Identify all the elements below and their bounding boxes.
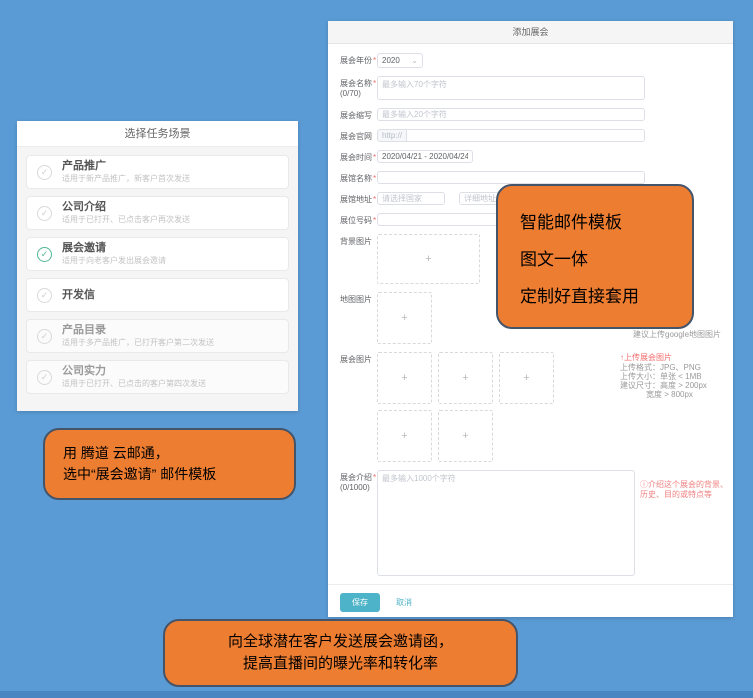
country-select-input[interactable] bbox=[377, 192, 445, 205]
callout-line: 定制好直接套用 bbox=[520, 282, 684, 307]
scenario-item-dev-letter[interactable]: ✓ 开发信 bbox=[26, 278, 289, 312]
field-label-map-image: 地图图片 bbox=[340, 292, 377, 344]
exhibition-image-upload[interactable]: + bbox=[438, 352, 493, 404]
year-select-value: 2020 bbox=[382, 56, 400, 65]
scenario-title: 产品目录 bbox=[62, 324, 214, 336]
exhibition-intro-textarea[interactable] bbox=[377, 470, 635, 576]
callout-line: 图文一体 bbox=[520, 245, 684, 270]
scenario-list: ✓ 产品推广 适用于新产品推广，新客户首次发送 ✓ 公司介绍 适用于已打开、已点… bbox=[17, 147, 298, 394]
check-circle-icon: ✓ bbox=[37, 370, 52, 385]
hall-name-input[interactable] bbox=[377, 171, 645, 184]
save-button[interactable]: 保存 bbox=[340, 593, 380, 612]
url-prefix: http:// bbox=[378, 130, 407, 141]
callout-instruction: 用 腾道 云邮通， 选中“展会邀请” 邮件模板 bbox=[43, 428, 296, 500]
form-footer: 保存 取消 bbox=[328, 584, 733, 617]
scenario-title: 产品推广 bbox=[62, 160, 190, 172]
plus-icon: + bbox=[401, 312, 407, 324]
intro-tip: ⓘ介绍这个展会的背景、历史、目的或特点等 bbox=[640, 480, 733, 500]
date-range-input[interactable] bbox=[377, 150, 473, 163]
field-row-website: 展会官网 http:// bbox=[340, 129, 733, 142]
plus-icon: + bbox=[462, 372, 468, 384]
plus-icon: + bbox=[523, 372, 529, 384]
callout-bottom: 向全球潜在客户发送展会邀请函， 提高直播间的曝光率和转化率 bbox=[163, 619, 518, 687]
field-row-hall-name: 展馆名称* bbox=[340, 171, 733, 184]
exhibition-image-upload[interactable]: + bbox=[438, 410, 493, 462]
scenario-item-product-promo[interactable]: ✓ 产品推广 适用于新产品推广，新客户首次发送 bbox=[26, 155, 289, 189]
scenario-subtitle: 适用于多产品推广，已打开客户第二次发送 bbox=[62, 338, 214, 348]
field-label-abbr: 展会缩写 bbox=[340, 108, 377, 121]
plus-icon: + bbox=[462, 430, 468, 442]
plus-icon: + bbox=[401, 430, 407, 442]
field-row-abbr: 展会缩写 bbox=[340, 108, 733, 121]
callout-smart-template: 智能邮件模板 图文一体 定制好直接套用 bbox=[496, 184, 694, 329]
callout-line: 智能邮件模板 bbox=[520, 208, 684, 233]
scenario-subtitle: 适用于向老客户发出展会邀请 bbox=[62, 256, 166, 266]
exhibition-image-upload[interactable]: + bbox=[377, 410, 432, 462]
form-title: 添加展会 bbox=[328, 21, 733, 44]
plus-icon: + bbox=[401, 372, 407, 384]
exhibition-image-upload[interactable]: + bbox=[377, 352, 432, 404]
exhibition-abbr-input[interactable] bbox=[377, 108, 645, 121]
name-counter: (0/70) bbox=[340, 89, 377, 99]
field-label-bg-image: 背景图片 bbox=[340, 234, 377, 284]
check-circle-icon: ✓ bbox=[37, 288, 52, 303]
bg-image-upload[interactable]: + bbox=[377, 234, 480, 284]
field-row-name: 展会名称* (0/70) bbox=[340, 76, 733, 100]
tip-line: 上传大小：单张 < 1MB bbox=[620, 372, 707, 381]
website-input-group: http:// bbox=[377, 129, 645, 142]
exhibition-name-input[interactable] bbox=[377, 76, 645, 100]
check-circle-icon-checked: ✓ bbox=[37, 247, 52, 262]
field-label-exhibition-images: 展会图片 bbox=[340, 352, 377, 462]
field-label-intro: 展会介绍* (0/1000) bbox=[340, 470, 377, 576]
field-label-booth: 展位号码* bbox=[340, 213, 377, 226]
exhibition-image-tips: ↑上传展会图片 上传格式：JPG、PNG 上传大小：单张 < 1MB 建议尺寸：… bbox=[620, 353, 707, 399]
scenario-item-company-strength[interactable]: ✓ 公司实力 适用于已打开、已点击的客户第四次发送 bbox=[26, 360, 289, 394]
scenario-title: 公司介绍 bbox=[62, 201, 190, 213]
map-upload-tip: 建议上传google地图图片 bbox=[633, 329, 721, 340]
map-image-upload[interactable]: + bbox=[377, 292, 432, 344]
field-label-hall-name: 展馆名称* bbox=[340, 171, 377, 184]
scenario-item-product-catalog[interactable]: ✓ 产品目录 适用于多产品推广，已打开客户第二次发送 bbox=[26, 319, 289, 353]
year-select[interactable]: 2020 ⌄ bbox=[377, 53, 423, 68]
tip-line: 上传格式：JPG、PNG bbox=[620, 363, 707, 372]
intro-counter: (0/1000) bbox=[340, 483, 377, 493]
exhibition-image-upload[interactable]: + bbox=[499, 352, 554, 404]
check-circle-icon: ✓ bbox=[37, 165, 52, 180]
scenario-subtitle: 适用于新产品推广，新客户首次发送 bbox=[62, 174, 190, 184]
scenario-subtitle: 适用于已打开、已点击客户再次发送 bbox=[62, 215, 190, 225]
website-input[interactable] bbox=[407, 130, 644, 141]
chevron-down-icon: ⌄ bbox=[411, 56, 418, 65]
field-row-time: 展会时间* bbox=[340, 150, 733, 163]
page-canvas: 选择任务场景 ✓ 产品推广 适用于新产品推广，新客户首次发送 ✓ 公司介绍 适用… bbox=[0, 0, 753, 698]
cancel-button[interactable]: 取消 bbox=[396, 597, 412, 608]
check-circle-icon: ✓ bbox=[37, 206, 52, 221]
scenario-panel: 选择任务场景 ✓ 产品推广 适用于新产品推广，新客户首次发送 ✓ 公司介绍 适用… bbox=[17, 121, 298, 411]
callout-line: 选中“展会邀请” 邮件模板 bbox=[63, 464, 294, 485]
field-label-hall-address: 展馆地址* bbox=[340, 192, 377, 205]
field-row-year: 展会年份* 2020 ⌄ bbox=[340, 53, 733, 68]
field-label-name: 展会名称* (0/70) bbox=[340, 76, 377, 100]
field-label-website: 展会官网 bbox=[340, 129, 377, 142]
scenario-item-exhibition-invite-selected[interactable]: ✓ 展会邀请 适用于向老客户发出展会邀请 bbox=[26, 237, 289, 271]
tip-line: 宽度 > 800px bbox=[620, 390, 707, 399]
field-row-exhibition-images: 展会图片 + + + + + ↑上传展会图片 上传格式：JPG、PNG 上传大小… bbox=[340, 352, 733, 462]
field-label-year: 展会年份* bbox=[340, 53, 377, 68]
scenario-title: 公司实力 bbox=[62, 365, 206, 377]
check-circle-icon: ✓ bbox=[37, 329, 52, 344]
callout-line: 向全球潜在客户发送展会邀请函， bbox=[228, 631, 453, 653]
scenario-title: 展会邀请 bbox=[62, 242, 166, 254]
tip-icon: ⓘ bbox=[640, 480, 648, 489]
scenario-item-company-intro[interactable]: ✓ 公司介绍 适用于已打开、已点击客户再次发送 bbox=[26, 196, 289, 230]
bottom-edge-strip bbox=[0, 691, 753, 698]
callout-line: 用 腾道 云邮通， bbox=[63, 443, 294, 464]
callout-line: 提高直播间的曝光率和转化率 bbox=[243, 653, 438, 675]
exhibition-image-grid: + + + + + bbox=[377, 352, 557, 462]
tip-line: 建议尺寸：高度 > 200px bbox=[620, 381, 707, 390]
scenario-subtitle: 适用于已打开、已点击的客户第四次发送 bbox=[62, 379, 206, 389]
field-row-intro: 展会介绍* (0/1000) ⓘ介绍这个展会的背景、历史、目的或特点等 bbox=[340, 470, 733, 576]
scenario-title: 开发信 bbox=[62, 289, 95, 301]
scenario-panel-title: 选择任务场景 bbox=[17, 121, 298, 147]
field-label-time: 展会时间* bbox=[340, 150, 377, 163]
plus-icon: + bbox=[425, 253, 431, 265]
